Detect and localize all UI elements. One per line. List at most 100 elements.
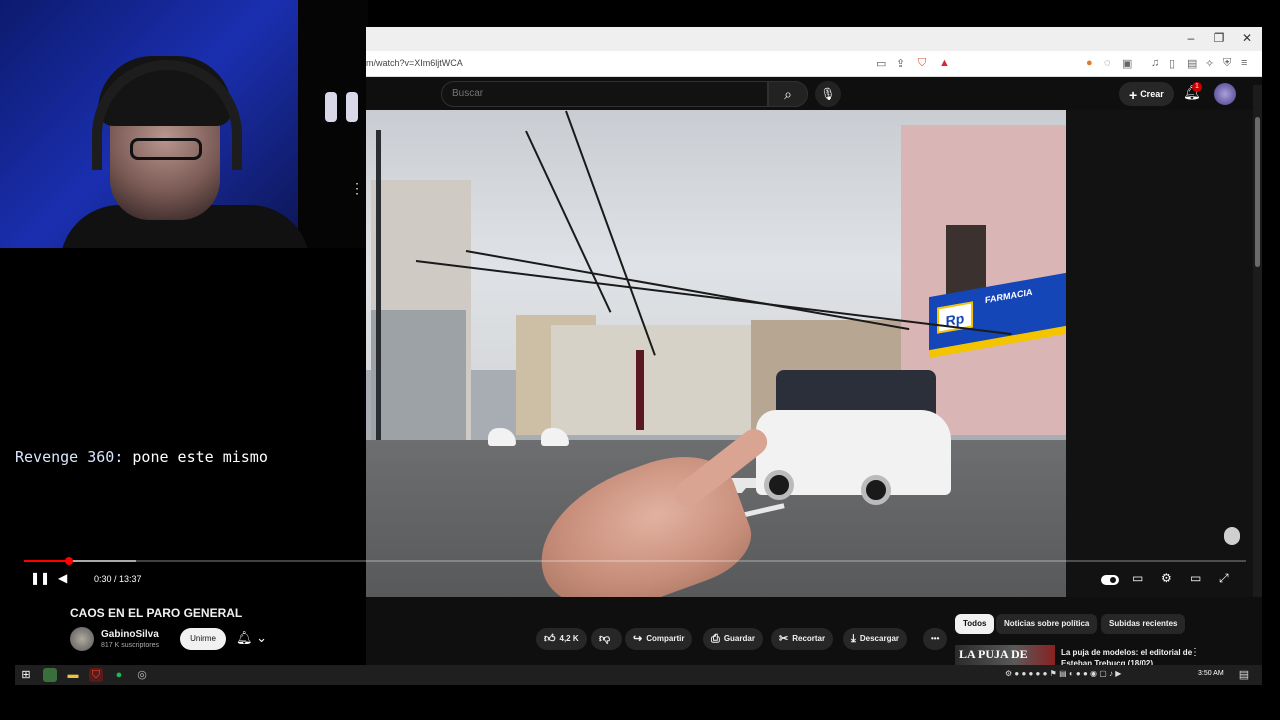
brave-shield-icon[interactable]: ⛉ [918,57,926,70]
dislike-button[interactable]: 👎︎ [591,628,623,650]
bookmark-icon: ⎙ [711,633,720,645]
join-button[interactable]: Unirme [180,628,226,650]
channel-name[interactable]: GabinoSilva [101,629,159,640]
next-video-thumbnail[interactable]: LA PUJA DE [955,645,1055,667]
settings-icon[interactable]: ⚙ [1161,571,1172,585]
music-icon[interactable]: ♫ [1151,57,1159,69]
leo-icon[interactable]: ✧ [1205,57,1214,70]
vpn-icon[interactable]: ⛨ [1223,57,1231,70]
extension-icon-3[interactable]: ▣ [1122,57,1132,70]
sidebar-icon[interactable]: ▯ [1169,57,1175,70]
search-icon: ⌕ [784,86,792,102]
pharmacy-text: FARMACIA [985,286,1033,306]
app-icon[interactable] [43,668,57,682]
clip-button[interactable]: ✂ Recortar [771,628,834,650]
scrollbar-thumb[interactable] [1255,117,1260,267]
distant-car [488,428,516,446]
taskbar: ⊞ ▬ ⛉ ● ◎ ⚙ ● ● ● ● ● ⚑ ▤ ◐ ● ● ◉ ▢ ♪ ▶ … [15,665,1262,685]
system-tray-icons[interactable]: ⚙ ● ● ● ● ● ⚑ ▤ ◐ ● ● ◉ ▢ ♪ ▶ [1005,669,1121,678]
chat-text: pone este mismo [132,448,268,466]
search-input[interactable] [452,88,752,99]
autoplay-toggle[interactable] [1101,575,1119,585]
youtube-header: ⌕ 🎙︎ +Crear 🔔︎ 1 [366,77,1262,110]
account-avatar[interactable] [1214,83,1236,105]
download-label: Descargar [859,634,900,643]
building-corner [371,310,466,440]
bottle-left [325,92,337,122]
bottle-right [346,92,358,122]
search-button[interactable]: ⌕ [768,81,808,107]
screen: ⋮ Revenge 360: pone este mismo – ❐ ✕ m/w… [0,0,1280,720]
share-label: Compartir [646,634,685,643]
share-button[interactable]: ↪ Compartir [625,628,693,650]
extension-icon-1[interactable]: ● [1086,57,1093,69]
video-side-area [1066,110,1253,597]
more-icon: ••• [931,634,940,643]
thumbs-up-icon: 👍︎ [544,633,556,645]
share-icon: ↪ [633,633,643,645]
mic-icon: 🎙︎ [820,87,836,101]
pause-icon[interactable]: ❚❚ [30,571,50,585]
save-label: Guardar [723,634,755,643]
download-button[interactable]: ⤓ Descargar [843,628,908,650]
webcam-feed: ⋮ [0,0,368,248]
theater-mode-icon[interactable]: ▭ [1190,571,1201,585]
progress-played [24,560,69,562]
more-actions-button[interactable]: ••• [923,628,948,650]
video-player[interactable]: Rp FARMACIA [366,110,1066,597]
volume-icon[interactable]: ◀︎ [58,571,67,585]
plus-icon: + [1129,86,1138,103]
next-video-menu-icon[interactable]: ⋮ [1190,647,1200,658]
next-video-title[interactable]: La puja de modelos: el editorial de Este… [1061,647,1201,667]
share-icon[interactable]: ⇪ [896,57,905,70]
menu-icon[interactable]: ≡ [1241,57,1247,69]
floating-circle-button[interactable] [1224,527,1240,545]
glasses [130,138,202,160]
restore-button[interactable]: ❐ [1205,31,1233,45]
brave-browser-icon[interactable]: ⛉ [89,668,103,682]
subscribe-bell-icon[interactable]: 🔔︎ ⌄ [236,630,267,646]
chip-recent[interactable]: Subidas recientes [1101,614,1186,634]
notification-center-icon[interactable]: ▤ [1237,668,1251,682]
extension-icon-2[interactable]: ◌ [1104,57,1111,69]
car-wheel [861,475,891,505]
subtitles-icon[interactable]: ▭ [1132,571,1143,585]
video-title: CAOS EN EL PARO GENERAL [70,606,243,620]
browser-titlebar: – ❐ ✕ [366,27,1262,51]
clip-label: Recortar [792,634,826,643]
windows-start-icon[interactable]: ⊞ [19,668,33,682]
save-button[interactable]: ⎙ Guardar [703,628,763,650]
url-text[interactable]: m/watch?v=XIm6ljtWCA [366,58,463,68]
notification-badge: 1 [1192,82,1202,92]
minimize-button[interactable]: – [1177,31,1205,45]
search-box[interactable] [441,81,768,107]
download-icon: ⤓ [851,633,856,645]
create-button[interactable]: + Crear [1119,82,1174,106]
obs-icon[interactable]: ◎ [135,668,149,682]
close-button[interactable]: ✕ [1233,31,1261,45]
create-label: Crear [1140,89,1164,99]
like-button[interactable]: 👍︎ 4,2 K [536,628,587,650]
chip-all[interactable]: Todos [955,614,995,634]
install-app-icon[interactable]: ▭ [876,57,886,70]
address-bar[interactable]: m/watch?v=XIm6ljtWCA ▭ ⇪ ⛉ ▲ ● ◌ ▣ ♫ ▯ ▤… [366,51,1262,77]
time-display: 0:30 / 13:37 [94,574,142,584]
webcam-background [298,0,368,248]
fullscreen-icon[interactable]: ⤢ [1219,571,1229,586]
channel-avatar[interactable] [70,627,94,651]
progress-track[interactable] [24,560,1246,562]
chip-politics[interactable]: Noticias sobre política [996,614,1098,634]
webcam-more-icon: ⋮ [350,180,364,196]
subscriber-count: 817 K suscriptores [101,642,159,649]
spotify-icon[interactable]: ● [112,668,126,682]
voice-search-button[interactable]: 🎙︎ [815,81,841,107]
file-explorer-icon[interactable]: ▬ [66,668,80,682]
taskbar-clock: 3:50 AM [1198,670,1224,677]
thumbs-down-icon: 👎︎ [599,633,611,645]
brave-rewards-icon[interactable]: ▲ [939,57,950,69]
progress-scrubber[interactable] [65,557,73,565]
wallet-icon[interactable]: ▤ [1187,57,1197,70]
car-wheel [764,470,794,500]
video-details: CAOS EN EL PARO GENERAL GabinoSilva 817 … [70,597,1262,667]
scissors-icon: ✂ [779,633,789,645]
